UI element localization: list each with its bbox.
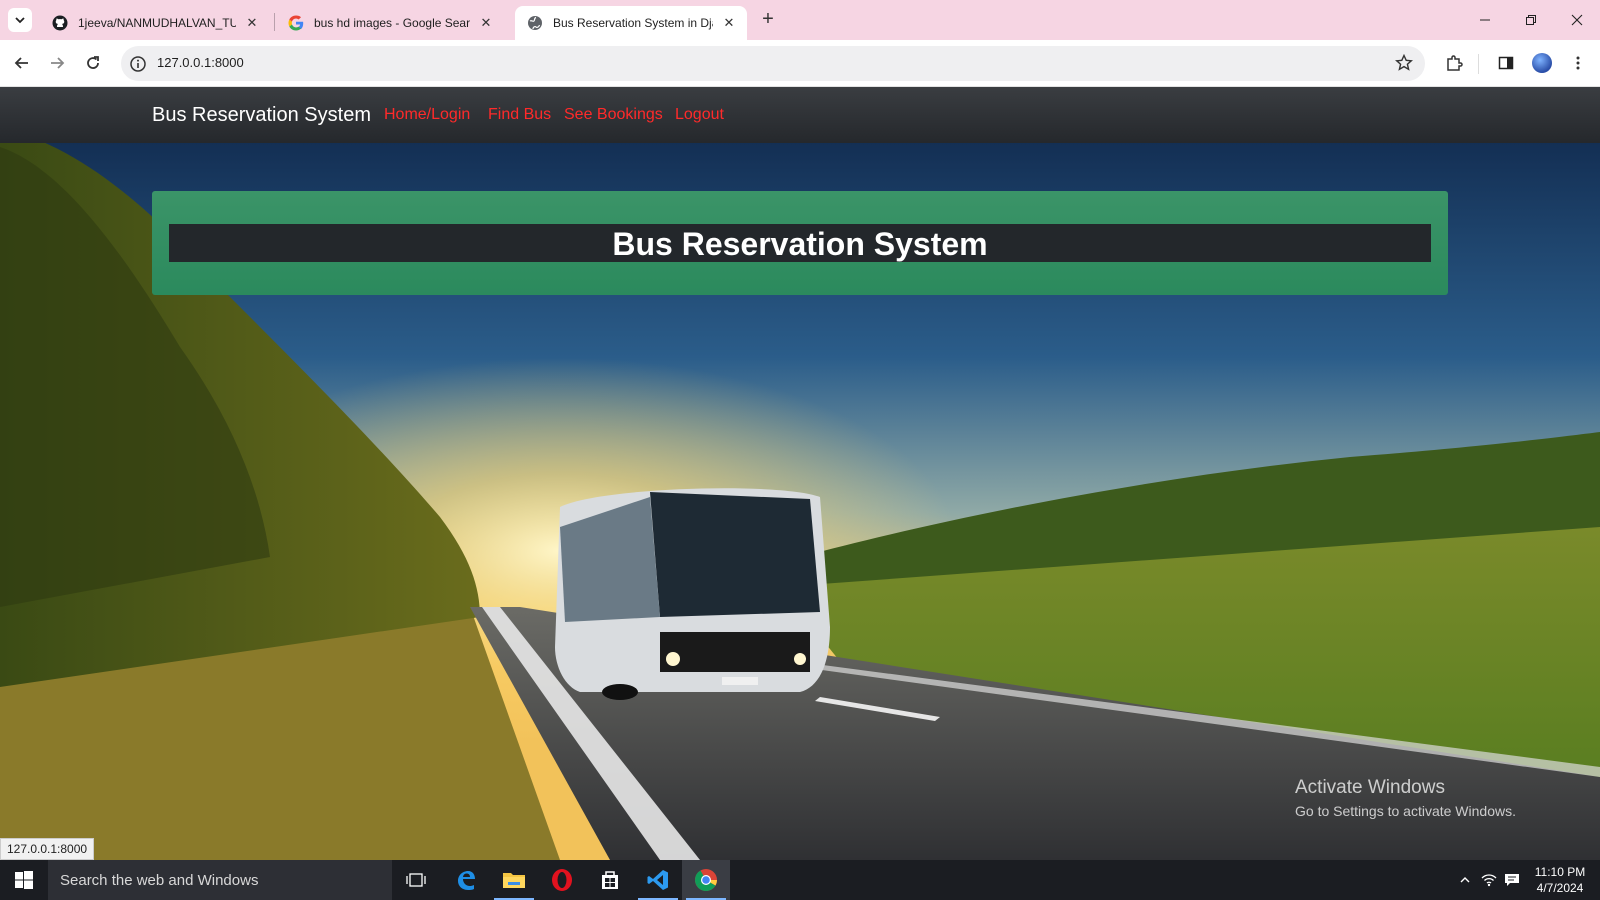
google-icon bbox=[288, 15, 304, 31]
hero-title-bar: Bus Reservation System bbox=[169, 224, 1431, 262]
minimize-icon bbox=[1480, 19, 1490, 21]
folder-icon bbox=[503, 873, 525, 888]
opera-icon bbox=[552, 869, 572, 891]
puzzle-icon bbox=[1447, 55, 1463, 71]
close-icon[interactable]: ✕ bbox=[721, 15, 737, 31]
more-vert-icon bbox=[1576, 56, 1580, 70]
chevron-up-icon bbox=[1460, 877, 1470, 883]
store-icon bbox=[602, 871, 618, 889]
tab-github[interactable]: 1jeeva/NANMUDHALVAN_TUES ✕ bbox=[40, 6, 270, 40]
taskbar-chrome[interactable] bbox=[682, 860, 730, 900]
arrow-right-icon bbox=[51, 57, 65, 69]
side-panel-button[interactable] bbox=[1494, 51, 1518, 75]
site-navbar: Bus Reservation System Home/Login Find B… bbox=[0, 87, 1600, 143]
profile-avatar[interactable] bbox=[1532, 53, 1552, 73]
tab-title: 1jeeva/NANMUDHALVAN_TUES bbox=[78, 16, 236, 30]
start-button[interactable] bbox=[0, 860, 48, 900]
restore-icon bbox=[1526, 15, 1536, 25]
new-tab-button[interactable]: + bbox=[758, 9, 778, 30]
taskbar-vscode[interactable] bbox=[634, 860, 682, 900]
restore-button[interactable] bbox=[1508, 0, 1554, 40]
tab-separator bbox=[274, 13, 275, 31]
tab-strip: 1jeeva/NANMUDHALVAN_TUES ✕ bus hd images… bbox=[0, 0, 1600, 40]
taskbar: Search the web and Windows 11:10 PM 4/7/… bbox=[0, 860, 1600, 900]
close-window-button[interactable] bbox=[1554, 0, 1600, 40]
network-button[interactable] bbox=[1478, 860, 1500, 900]
notification-icon bbox=[1505, 874, 1519, 886]
reload-button[interactable] bbox=[81, 51, 105, 75]
reload-icon bbox=[87, 56, 99, 69]
windows-logo-icon bbox=[15, 871, 33, 889]
bookmark-star-icon[interactable] bbox=[1395, 54, 1413, 72]
action-center-button[interactable] bbox=[1500, 860, 1524, 900]
minimize-button[interactable] bbox=[1462, 0, 1508, 40]
nav-link-home-login[interactable]: Home/Login bbox=[384, 106, 470, 124]
chrome-icon bbox=[695, 869, 717, 891]
tab-title: Bus Reservation System in Djan bbox=[553, 16, 713, 30]
github-icon bbox=[52, 15, 68, 31]
edge-icon bbox=[458, 871, 475, 890]
clock-time: 11:10 PM bbox=[1534, 865, 1586, 879]
tab-bus-reservation[interactable]: Bus Reservation System in Djan ✕ bbox=[515, 6, 747, 40]
url-text[interactable]: 127.0.0.1:8000 bbox=[157, 55, 244, 70]
toolbar-divider bbox=[1478, 54, 1479, 74]
link-status-bubble: 127.0.0.1:8000 bbox=[0, 838, 95, 860]
site-info-icon[interactable] bbox=[129, 55, 147, 73]
taskbar-search[interactable]: Search the web and Windows bbox=[48, 860, 392, 900]
close-icon[interactable]: ✕ bbox=[244, 15, 260, 31]
tab-search-button[interactable] bbox=[8, 8, 32, 32]
browser-toolbar: 127.0.0.1:8000 bbox=[0, 40, 1600, 87]
forward-button[interactable] bbox=[45, 51, 69, 75]
arrow-left-icon bbox=[14, 57, 28, 69]
page-title: Bus Reservation System bbox=[612, 226, 988, 262]
globe-icon bbox=[527, 15, 543, 31]
side-panel-icon bbox=[1498, 56, 1514, 70]
address-bar[interactable]: 127.0.0.1:8000 bbox=[121, 46, 1425, 81]
activate-windows-watermark: Activate Windows Go to Settings to activ… bbox=[1295, 777, 1516, 819]
tab-google-search[interactable]: bus hd images - Google Search ✕ bbox=[276, 6, 504, 40]
nav-link-logout[interactable]: Logout bbox=[675, 106, 724, 124]
watermark-subtitle: Go to Settings to activate Windows. bbox=[1295, 803, 1516, 819]
taskbar-edge[interactable] bbox=[442, 860, 490, 900]
hero-banner: Bus Reservation System bbox=[152, 191, 1448, 295]
navbar-brand[interactable]: Bus Reservation System bbox=[152, 104, 371, 127]
show-hidden-icons-button[interactable] bbox=[1454, 860, 1476, 900]
extensions-button[interactable] bbox=[1442, 51, 1466, 75]
browser-menu-button[interactable] bbox=[1566, 51, 1590, 75]
task-view-icon bbox=[406, 873, 426, 887]
clock-date: 4/7/2024 bbox=[1536, 881, 1584, 895]
taskbar-clock[interactable]: 11:10 PM 4/7/2024 bbox=[1524, 864, 1596, 896]
taskbar-file-explorer[interactable] bbox=[490, 860, 538, 900]
bus-shape bbox=[555, 488, 830, 700]
close-icon bbox=[1571, 14, 1583, 26]
web-page: Bus Reservation System Home/Login Find B… bbox=[0, 87, 1600, 860]
nav-link-see-bookings[interactable]: See Bookings bbox=[564, 106, 663, 124]
chevron-down-icon bbox=[15, 17, 25, 24]
taskbar-opera[interactable] bbox=[538, 860, 586, 900]
back-button[interactable] bbox=[10, 51, 34, 75]
close-icon[interactable]: ✕ bbox=[478, 15, 494, 31]
taskbar-search-placeholder: Search the web and Windows bbox=[60, 872, 259, 889]
wifi-icon bbox=[1481, 874, 1497, 887]
tab-title: bus hd images - Google Search bbox=[314, 16, 470, 30]
task-view-button[interactable] bbox=[392, 860, 440, 900]
vscode-icon bbox=[647, 870, 668, 890]
watermark-title: Activate Windows bbox=[1295, 777, 1445, 798]
taskbar-store[interactable] bbox=[586, 860, 634, 900]
nav-link-find-bus[interactable]: Find Bus bbox=[488, 106, 551, 124]
